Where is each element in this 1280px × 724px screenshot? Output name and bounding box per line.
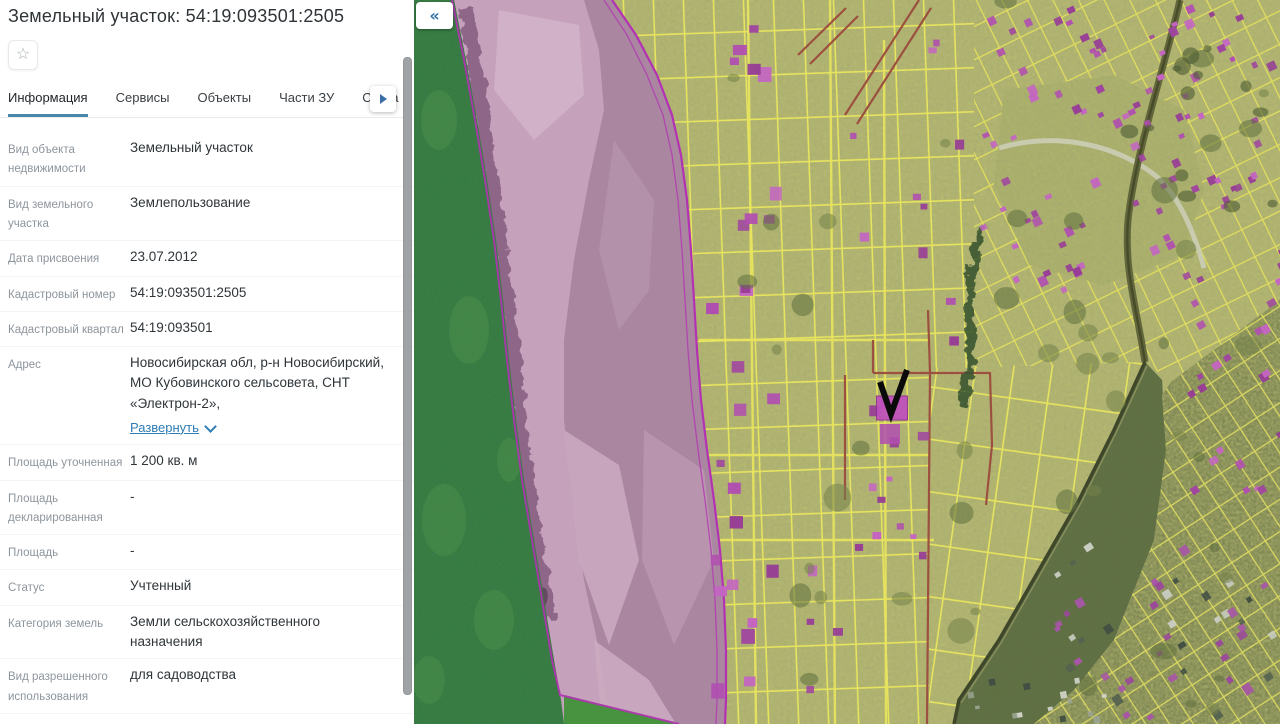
tab-objects[interactable]: Объекты xyxy=(197,87,251,117)
row-cadastral-quarter: Кадастровый квартал 54:19:093501 xyxy=(0,312,414,348)
tab-information[interactable]: Информация xyxy=(8,87,88,117)
row-area-declared: Площадь декларированная - xyxy=(0,481,414,536)
satellite-map[interactable] xyxy=(414,0,1280,724)
attributes-list: Вид объекта недвижимости Земельный участ… xyxy=(0,132,414,724)
expand-address-link[interactable]: Развернуть xyxy=(130,418,217,438)
row-land-type: Вид земельного участка Землепользование xyxy=(0,187,414,242)
panel-scrollbar[interactable] xyxy=(403,57,412,695)
row-area: Площадь - xyxy=(0,535,414,571)
info-panel: Земельный участок: 54:19:093501:2505 ☆ И… xyxy=(0,0,414,724)
address-value: Новосибирская обл, р-н Новосибирский, МО… xyxy=(130,355,384,411)
row-address: Адрес Новосибирская обл, р-н Новосибирск… xyxy=(0,347,414,446)
row-cadastral-number: Кадастровый номер 54:19:093501:2505 xyxy=(0,277,414,312)
page-title: Земельный участок: 54:19:093501:2505 xyxy=(8,6,345,26)
collapse-panel-button[interactable]: « xyxy=(416,2,453,29)
chevron-right-icon xyxy=(379,94,387,104)
row-ownership-form: Форма собственности Частная xyxy=(0,714,414,724)
map-canvas[interactable]: « xyxy=(414,0,1280,724)
row-land-category: Категория земель Земли сельскохозяйствен… xyxy=(0,606,414,660)
row-object-type: Вид объекта недвижимости Земельный участ… xyxy=(0,132,414,187)
chevron-down-icon xyxy=(204,419,217,433)
cadastral-map-app: Земельный участок: 54:19:093501:2505 ☆ И… xyxy=(0,0,1280,724)
row-area-specified: Площадь уточненная 1 200 кв. м xyxy=(0,445,414,481)
adjacent-parcel-building xyxy=(880,424,900,444)
tab-services[interactable]: Сервисы xyxy=(116,87,170,117)
row-date-assigned: Дата присвоения 23.07.2012 xyxy=(0,241,414,277)
tab-parts[interactable]: Части ЗУ xyxy=(279,87,334,117)
favorite-button[interactable]: ☆ xyxy=(8,40,38,70)
tabs-scroll-right-button[interactable] xyxy=(370,86,396,112)
star-icon: ☆ xyxy=(15,46,31,63)
row-permitted-use: Вид разрешенного использования для садов… xyxy=(0,659,414,714)
tab-bar: Информация Сервисы Объекты Части ЗУ Сост… xyxy=(0,87,406,118)
row-status: Статус Учтенный xyxy=(0,570,414,606)
